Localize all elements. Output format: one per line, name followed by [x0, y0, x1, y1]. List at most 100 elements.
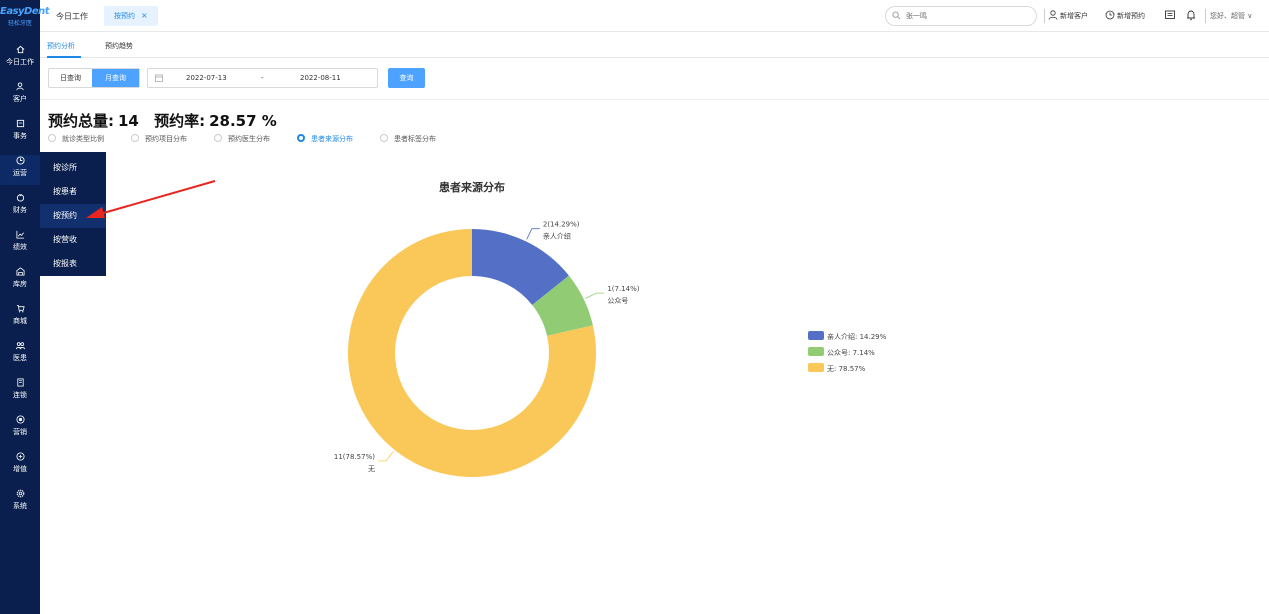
operations-flyout-menu: 按诊所 按患者 按预约 按营收 按报表	[40, 152, 106, 276]
slice-name-label: 亲人介绍	[543, 232, 571, 241]
new-appointment-label: 新增预约	[1117, 12, 1145, 20]
rate-label: 预约率:	[154, 112, 206, 130]
tab-today-work[interactable]: 今日工作	[56, 11, 88, 22]
sidebar-item-5[interactable]: 绩效	[0, 229, 40, 259]
new-customer-button[interactable]: 新增客户	[1048, 10, 1088, 21]
label-leader-line	[377, 451, 394, 462]
bell-icon[interactable]	[1185, 9, 1197, 21]
slice-value-label: 11(78.57%)	[334, 453, 375, 461]
home-icon	[0, 44, 40, 56]
appointment-summary: 预约总量: 14 预约率: 28.57 %	[48, 110, 281, 131]
radio-dot	[380, 134, 388, 142]
radio-doctor[interactable]: 预约医生分布	[214, 134, 270, 144]
total-label: 预约总量:	[48, 112, 114, 130]
query-button[interactable]: 查询	[388, 68, 425, 88]
legend-item-1[interactable]: 公众号: 7.14%	[808, 347, 886, 363]
top-divider-2	[1205, 9, 1206, 23]
month-query-button[interactable]: 月查询	[92, 69, 139, 87]
legend-label: 亲人介绍: 14.29%	[827, 333, 887, 341]
sidebar-item-1[interactable]: 客户	[0, 81, 40, 111]
radio-label: 预约医生分布	[228, 135, 270, 143]
slice-name-label: 无	[368, 465, 375, 473]
subtab-appointment-analysis[interactable]: 预约分析	[47, 41, 75, 51]
end-date-value: 2022-08-11	[300, 74, 341, 82]
radio-dot	[297, 134, 305, 142]
radio-label: 预约项目分布	[145, 135, 187, 143]
slice-value-label: 1(7.14%)	[607, 285, 639, 293]
close-icon[interactable]: ×	[141, 11, 148, 20]
flyout-item-2[interactable]: 按预约	[40, 204, 106, 228]
brand-name: EasyDent	[0, 6, 50, 17]
tab-by-appointment[interactable]: 按预约 ×	[104, 6, 158, 26]
legend-item-0[interactable]: 亲人介绍: 14.29%	[808, 331, 886, 347]
subtab-appointment-trend[interactable]: 预约趋势	[105, 41, 133, 51]
radio-label: 患者来源分布	[311, 135, 353, 143]
target-icon	[0, 414, 40, 426]
donut-slice-0[interactable]	[472, 229, 569, 305]
clock-icon	[0, 155, 40, 167]
sidebar-item-11[interactable]: 增值	[0, 451, 40, 481]
tab-by-appointment-label: 按预约	[114, 12, 135, 20]
sidebar-item-0[interactable]: 今日工作	[0, 44, 40, 74]
radio-dot	[214, 134, 222, 142]
top-divider	[1044, 9, 1045, 23]
sidebar-item-9[interactable]: 连锁	[0, 377, 40, 407]
chart-legend: 亲人介绍: 14.29% 公众号: 7.14% 无: 78.57%	[808, 331, 886, 379]
radio-patient-source[interactable]: 患者来源分布	[297, 134, 353, 144]
sidebar-item-label: 营销	[13, 428, 27, 436]
label-leader-line	[585, 292, 605, 299]
radio-patient-tag[interactable]: 患者标签分布	[380, 134, 436, 144]
sub-tabs: 预约分析 预约趋势	[40, 32, 1269, 58]
sidebar-item-7[interactable]: 商城	[0, 303, 40, 333]
sidebar-item-label: 财务	[13, 206, 27, 214]
legend-item-2[interactable]: 无: 78.57%	[808, 363, 886, 379]
sidebar-item-label: 系统	[13, 502, 27, 510]
flyout-item-0[interactable]: 按诊所	[40, 156, 106, 180]
user-greeting-dropdown[interactable]: 您好、超管 ∨	[1210, 11, 1252, 21]
sidebar-item-label: 绩效	[13, 243, 27, 251]
legend-swatch	[808, 347, 824, 356]
active-subtab-indicator	[47, 56, 81, 58]
brand-logo[interactable]: EasyDent 轻松牙医	[0, 6, 50, 27]
radio-project[interactable]: 预约项目分布	[131, 134, 187, 144]
slice-value-label: 2(14.29%)	[543, 221, 580, 229]
donut-slice-1[interactable]	[532, 275, 593, 336]
rate-value: 28.57 %	[209, 112, 277, 130]
flyout-item-4[interactable]: 按报表	[40, 252, 106, 276]
value-added-icon	[0, 451, 40, 463]
clock-add-icon	[1105, 10, 1115, 20]
sidebar-item-label: 商城	[13, 317, 27, 325]
warehouse-icon	[0, 266, 40, 278]
sidebar-item-10[interactable]: 营销	[0, 414, 40, 444]
day-query-button[interactable]: 日查询	[49, 69, 92, 87]
date-range-picker[interactable]: 2022-07-13 - 2022-08-11	[147, 68, 378, 88]
radio-dot	[131, 134, 139, 142]
building-icon	[0, 377, 40, 389]
new-appointment-button[interactable]: 新增预约	[1105, 10, 1145, 21]
sidebar-item-2[interactable]: 事务	[0, 118, 40, 148]
sidebar-item-3[interactable]: 运营	[0, 155, 40, 185]
sidebar-item-label: 医患	[13, 354, 27, 362]
sidebar-item-label: 运营	[13, 169, 27, 177]
flyout-item-3[interactable]: 按营收	[40, 228, 106, 252]
line-chart-icon	[0, 229, 40, 241]
donut-slice-2[interactable]	[347, 229, 596, 477]
doctor-icon	[0, 340, 40, 352]
legend-label: 公众号: 7.14%	[827, 349, 875, 357]
top-bar: 今日工作 按预约 × 张一鸣 新增客户 新增预约 您好、超管 ∨	[40, 0, 1269, 32]
slice-name-label: 公众号	[607, 297, 628, 305]
settings-icon	[0, 488, 40, 500]
calendar-icon	[155, 74, 163, 82]
sidebar-item-12[interactable]: 系统	[0, 488, 40, 518]
sidebar-item-8[interactable]: 医患	[0, 340, 40, 370]
search-icon	[892, 11, 901, 20]
sidebar-item-6[interactable]: 库房	[0, 266, 40, 296]
total-value: 14	[118, 112, 139, 130]
search-value: 张一鸣	[906, 12, 927, 20]
flyout-item-1[interactable]: 按患者	[40, 180, 106, 204]
message-icon[interactable]	[1164, 9, 1176, 21]
radio-visit-type[interactable]: 就诊类型比例	[48, 134, 104, 144]
sidebar-item-4[interactable]: 财务	[0, 192, 40, 222]
search-input[interactable]: 张一鸣	[885, 6, 1037, 26]
brand-subtitle: 轻松牙医	[7, 20, 32, 27]
